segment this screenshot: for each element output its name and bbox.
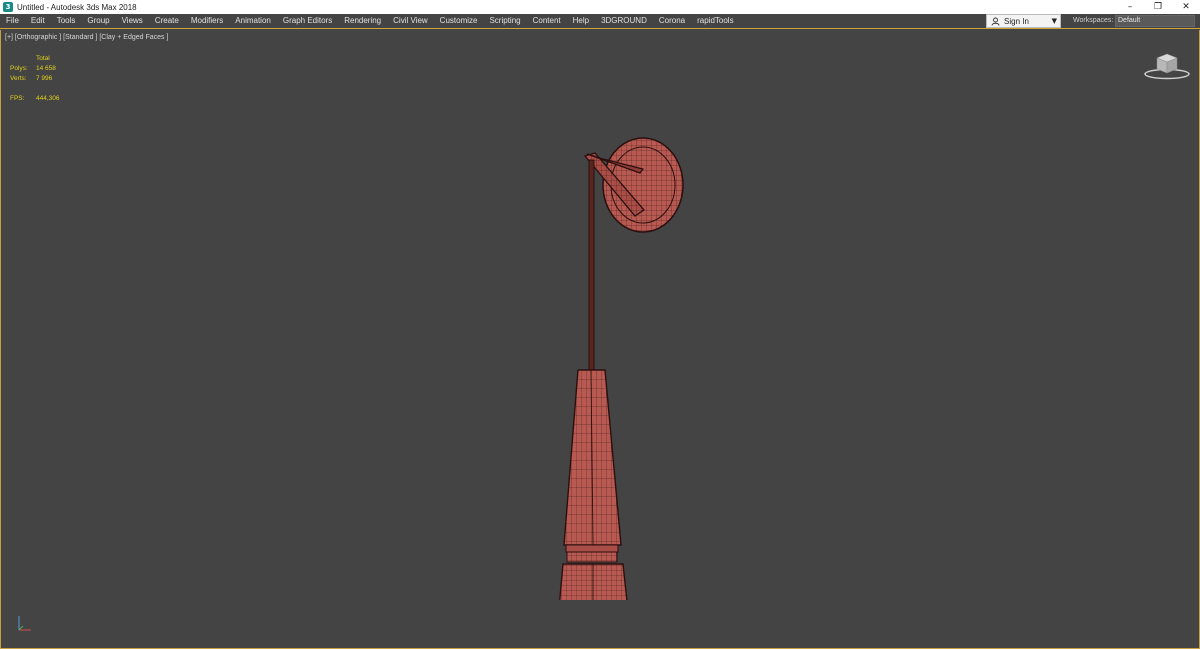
workspaces-dropdown[interactable]: Default [1115, 15, 1195, 27]
menu-graph-editors[interactable]: Graph Editors [277, 14, 338, 28]
close-button[interactable]: ✕ [1172, 0, 1200, 14]
stats-fps-value: 444,306 [36, 95, 60, 102]
chevron-down-icon: ▼ [1051, 17, 1057, 25]
sign-in-button[interactable]: Sign In ▼ [986, 14, 1061, 28]
stats-polys-label: Polys: [10, 65, 28, 72]
stats-verts-value: 7 996 [36, 75, 53, 82]
lamp-model[interactable] [541, 100, 701, 600]
menu-file[interactable]: File [0, 14, 25, 28]
menu-edit[interactable]: Edit [25, 14, 51, 28]
lamp-collar [565, 544, 619, 563]
title-bar: 3 Untitled - Autodesk 3ds Max 2018 – ❐ ✕ [0, 0, 1200, 14]
menu-help[interactable]: Help [567, 14, 595, 28]
sign-in-label: Sign In [1004, 16, 1029, 26]
viewcube-icon[interactable] [1143, 50, 1191, 80]
menu-group[interactable]: Group [81, 14, 115, 28]
perspective-viewport[interactable]: [+] [Orthographic ] [Standard ] [Clay + … [0, 30, 1200, 649]
menu-customize[interactable]: Customize [434, 14, 484, 28]
menu-3dground[interactable]: 3DGROUND [595, 14, 653, 28]
menu-content[interactable]: Content [527, 14, 567, 28]
menu-rendering[interactable]: Rendering [338, 14, 387, 28]
menu-views[interactable]: Views [116, 14, 149, 28]
stats-fps-label: FPS: [10, 95, 25, 102]
lamp-base [559, 563, 628, 600]
menu-scripting[interactable]: Scripting [483, 14, 526, 28]
menu-animation[interactable]: Animation [229, 14, 277, 28]
lamp-rod [588, 159, 595, 371]
restore-button[interactable]: ❐ [1144, 0, 1172, 14]
axis-tripod-icon [18, 616, 31, 631]
lamp-shade-body [563, 369, 622, 546]
viewport-statistics: Total Polys: 14 658 Verts: 7 996 FPS: 444,3… [10, 54, 60, 104]
window-controls: – ❐ ✕ [1116, 0, 1200, 14]
menu-corona[interactable]: Corona [653, 14, 691, 28]
app-icon: 3 [3, 2, 13, 12]
stats-verts-label: Verts: [10, 75, 27, 82]
user-icon [990, 16, 1000, 26]
window-title: Untitled - Autodesk 3ds Max 2018 [17, 2, 137, 12]
menu-tools[interactable]: Tools [51, 14, 82, 28]
minimize-button[interactable]: – [1116, 0, 1144, 14]
workspaces-label: Workspaces: [1073, 17, 1114, 24]
stats-total-label: Total [36, 55, 50, 62]
menu-bar: File Edit Tools Group Views Create Modif… [0, 14, 1200, 29]
menu-rapidtools[interactable]: rapidTools [691, 14, 739, 28]
menu-civil-view[interactable]: Civil View [387, 14, 434, 28]
stats-polys-value: 14 658 [36, 65, 56, 72]
menu-modifiers[interactable]: Modifiers [185, 14, 229, 28]
viewport-label[interactable]: [+] [Orthographic ] [Standard ] [Clay + … [5, 34, 168, 41]
menu-create[interactable]: Create [149, 14, 185, 28]
